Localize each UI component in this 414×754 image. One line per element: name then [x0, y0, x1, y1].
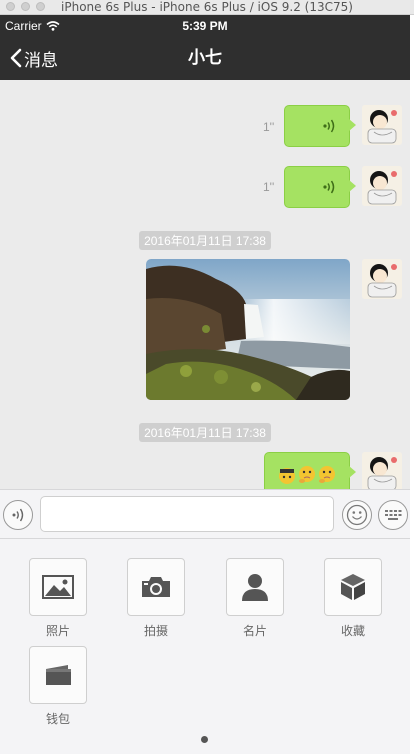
tool-label: 收藏 — [340, 624, 365, 638]
wallet-button[interactable] — [29, 646, 87, 704]
emoji-message-bubble[interactable] — [264, 452, 356, 494]
cube-icon — [341, 574, 365, 600]
page-indicator[interactable] — [201, 736, 208, 743]
camera-icon — [142, 577, 170, 597]
avatar[interactable] — [362, 166, 402, 206]
tool-card[interactable]: 名片 — [220, 558, 290, 639]
keyboard-icon — [385, 510, 402, 520]
device-screen: Carrier 5:39 PM 消息 小七 1'' 1'' 2016年01月11… — [0, 15, 410, 754]
camera-button[interactable] — [127, 558, 185, 616]
tool-label: 钱包 — [45, 712, 70, 726]
card-button[interactable] — [226, 558, 284, 616]
image-icon — [42, 575, 74, 599]
tool-label: 名片 — [242, 624, 267, 638]
user-avatar-icon — [362, 259, 402, 299]
avatar[interactable] — [362, 452, 402, 492]
input-bar — [0, 489, 410, 539]
voice-duration: 1'' — [263, 120, 275, 134]
wallet-icon — [46, 665, 71, 685]
navigation-bar: 消息 小七 — [0, 36, 410, 80]
timestamp-label: 2016年01月11日 17:38 — [139, 423, 271, 442]
voice-wave-icon — [323, 180, 335, 194]
message-timestamp: 2016年01月11日 17:38 — [0, 423, 410, 442]
tool-favorites[interactable]: 收藏 — [318, 558, 388, 639]
voice-message-bubble[interactable] — [284, 105, 356, 147]
more-tools-panel: 照片 拍摄 名片 收藏 钱包 — [0, 539, 410, 754]
keyboard-button[interactable] — [378, 500, 408, 530]
chat-title: 小七 — [188, 48, 222, 67]
tool-wallet[interactable]: 钱包 — [23, 646, 93, 727]
emoji-thinking-icon — [299, 466, 315, 483]
message-input[interactable] — [40, 496, 334, 532]
tool-camera[interactable]: 拍摄 — [121, 558, 191, 639]
simulator-titlebar: iPhone 6s Plus - iPhone 6s Plus / iOS 9.… — [0, 0, 414, 15]
tool-photo[interactable]: 照片 — [23, 558, 93, 639]
avatar[interactable] — [362, 259, 402, 299]
timestamp-label: 2016年01月11日 17:38 — [139, 231, 271, 250]
voice-icon — [12, 508, 24, 522]
image-message-bubble[interactable] — [146, 259, 350, 400]
voice-message-bubble[interactable] — [284, 166, 356, 208]
emoji-thinking-icon-2 — [319, 466, 335, 483]
user-avatar-icon — [362, 452, 402, 492]
emoji-content — [279, 466, 335, 484]
voice-duration: 1'' — [263, 180, 275, 194]
avatar[interactable] — [362, 105, 402, 145]
user-avatar-icon — [362, 105, 402, 145]
emoji-button[interactable] — [342, 500, 372, 530]
voice-wave-icon — [323, 119, 335, 133]
message-timestamp: 2016年01月11日 17:38 — [0, 231, 410, 250]
user-avatar-icon — [362, 166, 402, 206]
clock: 5:39 PM — [182, 19, 228, 33]
tool-label: 照片 — [45, 624, 70, 638]
favorites-button[interactable] — [324, 558, 382, 616]
window-title: iPhone 6s Plus - iPhone 6s Plus / iOS 9.… — [61, 0, 353, 14]
photo-button[interactable] — [29, 558, 87, 616]
message-list[interactable]: 1'' 1'' 2016年01月11日 17:38 2016年01月11日 17… — [0, 80, 410, 494]
emoji-ninja-icon — [279, 468, 295, 484]
smiley-icon — [346, 504, 368, 526]
waterfall-photo — [146, 259, 350, 400]
person-icon — [242, 574, 268, 601]
voice-input-button[interactable] — [3, 500, 33, 530]
status-bar: Carrier 5:39 PM — [0, 15, 410, 36]
tool-label: 拍摄 — [143, 624, 168, 638]
